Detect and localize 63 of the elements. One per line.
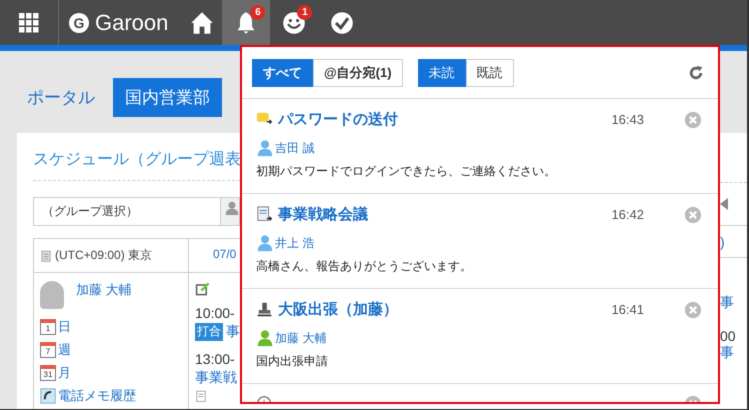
close-icon [684,300,702,318]
edit-icon [195,281,211,297]
calendar-icon: 31 [40,365,56,381]
stamp-icon [256,300,274,318]
notification-time: 16:41 [611,302,644,317]
view-link[interactable]: 31 月 [40,364,182,382]
notification-time: 16:42 [611,207,644,222]
calendar-icon: 7 [40,342,56,358]
report-icon [256,206,274,224]
check-bubble-icon [330,10,354,34]
text-fragment: 00 [720,328,736,344]
app-name: Garoon [95,10,168,36]
text-fragment: 事 [720,344,735,362]
document-icon [195,389,207,403]
read-filter-tab[interactable]: 未読 [418,59,466,87]
count-badge: 6 [250,5,266,20]
sender-link[interactable]: 井上 浩 [256,234,702,252]
view-link[interactable]: 7 週 [40,341,182,359]
event-time: 10:00- [195,305,236,321]
person-icon [225,200,239,216]
close-button[interactable] [684,206,702,224]
home-icon [190,10,214,34]
count-badge: 1 [297,5,312,20]
view-link[interactable]: 1 日 [40,318,182,336]
view-link[interactable]: 電話メモ履歴 [40,387,182,405]
user-select-button[interactable] [221,197,240,226]
sender-link[interactable]: 加藤 大輔 [256,329,702,347]
refresh-button[interactable] [688,65,704,81]
portal-tab[interactable]: 国内営業部 [113,78,222,117]
event-link[interactable]: 事業戦 [195,369,240,387]
notification-message: 国内出張申請 [256,353,329,370]
notification-title[interactable]: 事業戦略会議 [278,205,368,224]
date-link[interactable]: 07/0 [195,247,240,261]
close-button[interactable] [684,110,702,128]
close-icon [684,110,702,128]
text-fragment: 事 [720,294,734,312]
close-button[interactable] [684,300,702,318]
notification-time: 16:43 [611,112,644,127]
read-filter-tab[interactable]: 既読 [466,59,514,87]
notification-title[interactable]: パスワードの送付 [278,110,398,129]
refresh-icon [688,65,704,81]
close-icon [684,206,702,224]
text-fragment: ) [720,234,725,250]
avatar-placeholder [40,281,64,309]
calendar-icon: 1 [40,319,56,335]
triangle-left-icon [720,198,728,210]
timezone-label: (UTC+09:00) 東京 [40,247,182,264]
user-link[interactable]: 加藤 大輔 [76,281,132,299]
portal-tab[interactable]: ポータル [27,78,95,117]
people-button[interactable]: 1 [270,0,318,45]
notification-title[interactable]: 大阪出張（加藤） [278,300,398,319]
logo-icon: G [69,12,89,32]
document-icon [40,248,52,262]
event-time: 13:00- [195,351,236,367]
notification-message: 高橋さん、報告ありがとうございます。 [256,258,473,275]
grid-icon [19,12,39,32]
filter-tab[interactable]: @自分宛(1) [313,59,403,87]
filter-tab[interactable]: すべて [252,59,313,87]
group-select[interactable]: （グループ選択） [33,197,221,226]
sender-link[interactable]: 吉田 誠 [256,139,702,157]
phone-icon [40,388,56,404]
notification-message: 初期パスワードでログインできたら、ご連絡ください。 [256,163,557,180]
bell-button[interactable]: 6 [222,0,270,45]
